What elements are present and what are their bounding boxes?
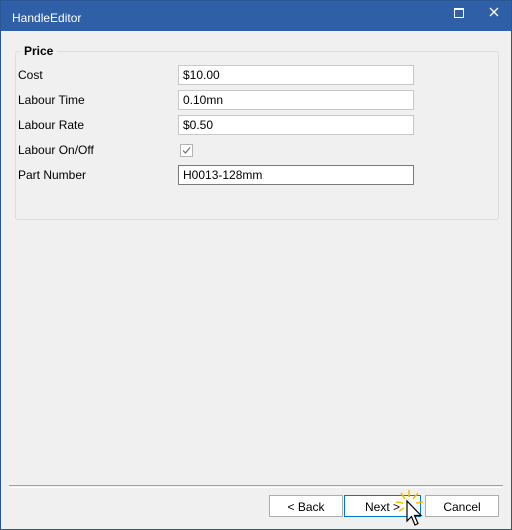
mouse-pointer-icon bbox=[395, 490, 424, 526]
close-button[interactable] bbox=[479, 1, 512, 31]
maximize-icon bbox=[454, 8, 464, 18]
labour-time-field[interactable] bbox=[178, 90, 414, 110]
window-title: HandleEditor bbox=[12, 11, 82, 25]
footer-separator bbox=[9, 485, 503, 486]
handle-editor-window: HandleEditor Price Cost Labour Time Labo… bbox=[0, 0, 512, 530]
close-icon bbox=[489, 7, 499, 17]
labour-time-label: Labour Time bbox=[18, 93, 85, 107]
part-number-label: Part Number bbox=[18, 168, 87, 182]
part-number-field[interactable] bbox=[178, 165, 414, 185]
maximize-button[interactable] bbox=[439, 1, 479, 31]
labour-rate-label: Labour Rate bbox=[18, 118, 85, 132]
cancel-button[interactable]: Cancel bbox=[425, 495, 499, 517]
checkmark-icon bbox=[182, 147, 191, 154]
back-button[interactable]: < Back bbox=[269, 495, 343, 517]
labour-rate-field[interactable] bbox=[178, 115, 414, 135]
cost-label: Cost bbox=[18, 68, 43, 82]
cost-field[interactable] bbox=[178, 65, 414, 85]
labour-onoff-label: Labour On/Off bbox=[18, 143, 94, 157]
title-bar[interactable]: HandleEditor bbox=[1, 1, 511, 31]
labour-onoff-checkbox[interactable] bbox=[180, 144, 193, 157]
price-group-title: Price bbox=[20, 44, 58, 58]
